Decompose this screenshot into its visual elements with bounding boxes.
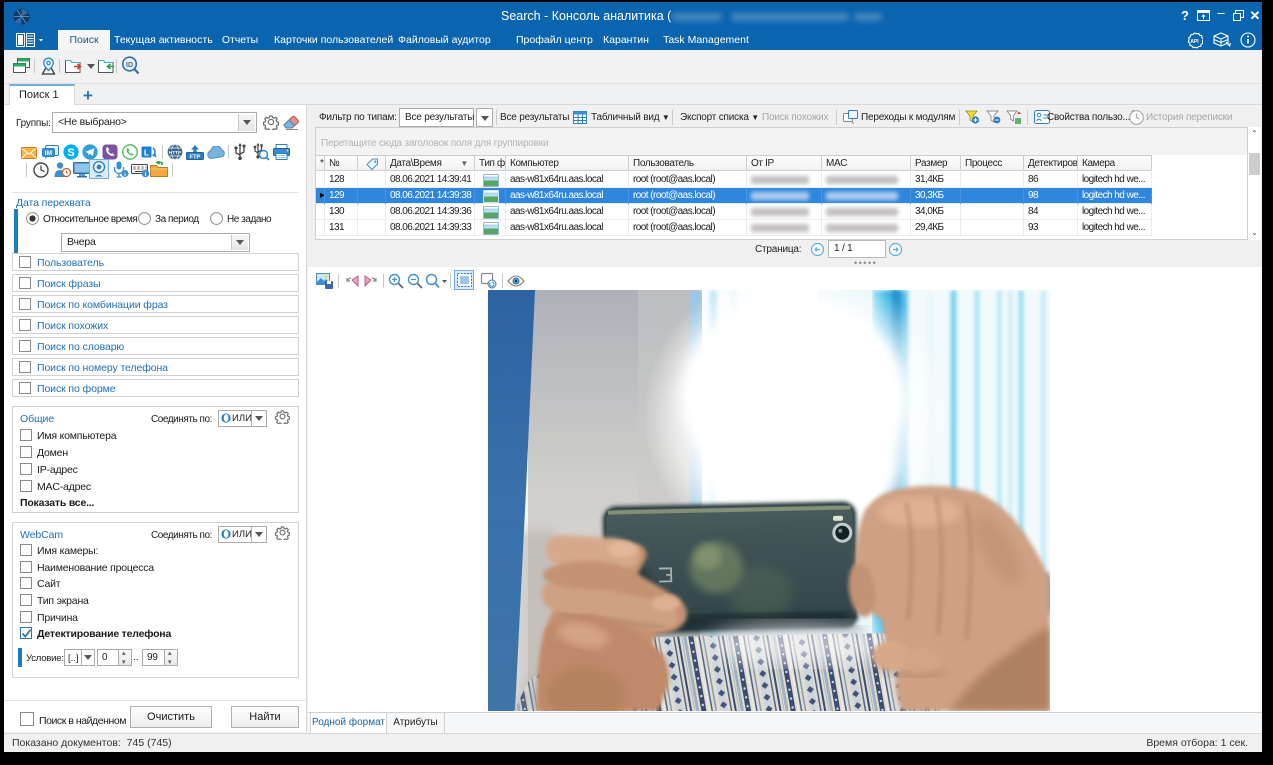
svg-text:S: S (67, 147, 74, 159)
svg-text:L: L (144, 148, 149, 158)
svg-text:FTP: FTP (190, 154, 201, 160)
svg-text:IM: IM (45, 150, 52, 157)
svg-text:ID: ID (126, 62, 133, 69)
svg-text:HTTP: HTTP (169, 150, 181, 155)
svg-text:API: API (1190, 39, 1199, 45)
